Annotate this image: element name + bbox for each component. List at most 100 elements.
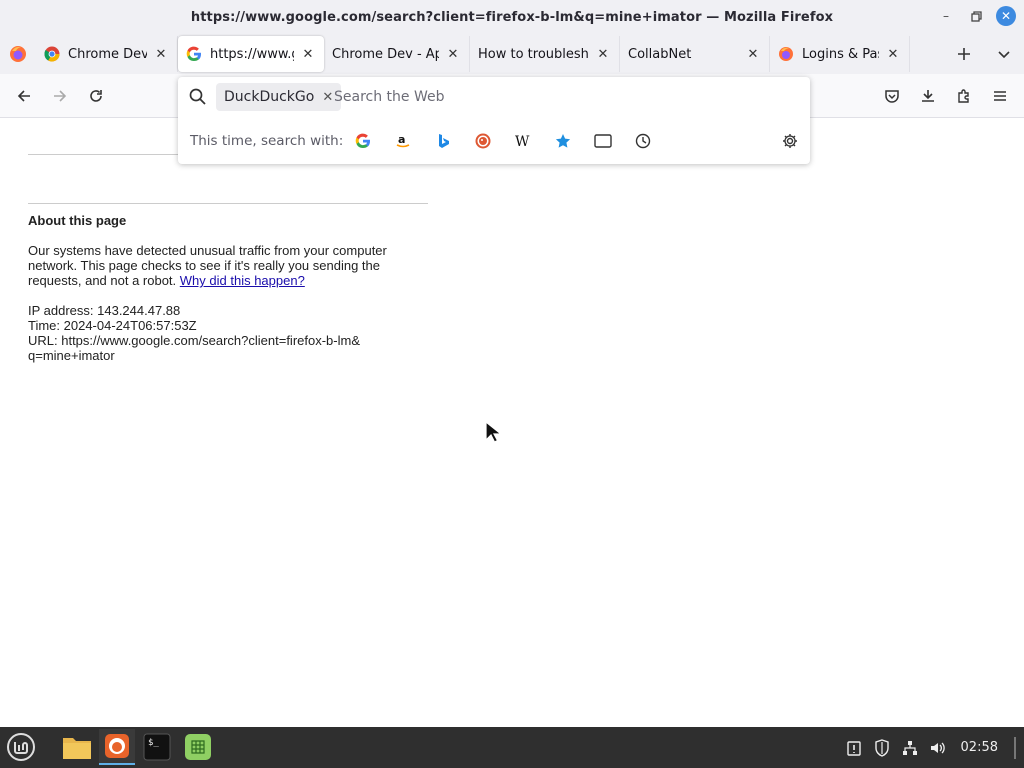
window-title: https://www.google.com/search?client=fir… — [190, 9, 834, 25]
spreadsheet-icon — [185, 734, 211, 760]
download-icon — [922, 90, 934, 102]
close-tab-icon[interactable]: ✕ — [595, 46, 611, 62]
minimize-button[interactable]: – — [936, 6, 956, 26]
urlbar-input-row: DuckDuckGo ✕ — [178, 77, 810, 117]
svg-text:$_: $_ — [148, 738, 159, 748]
time-line: Time: 2024-04-24T06:57:53Z — [28, 318, 197, 333]
chevron-down-icon — [998, 51, 1010, 59]
tab-label: Chrome Dev - Apps — [332, 46, 439, 62]
close-window-button[interactable]: ✕ — [996, 6, 1016, 26]
url-line-continued: q=mine+imator — [28, 348, 115, 363]
search-settings-button[interactable] — [780, 131, 800, 151]
svg-text:W: W — [515, 134, 530, 149]
wikipedia-icon: W — [515, 134, 530, 149]
tab-label: CollabNet — [628, 46, 692, 62]
engine-bing-button[interactable] — [433, 131, 453, 151]
arrow-left-icon — [17, 90, 30, 102]
spreadsheet-app-button[interactable] — [180, 729, 216, 765]
new-tab-button[interactable] — [944, 34, 984, 74]
linux-mint-icon — [7, 733, 35, 761]
firefox-icon — [779, 47, 793, 61]
clock[interactable]: 02:58 — [961, 740, 998, 755]
url-line: URL: https://www.google.com/search?clien… — [28, 333, 360, 348]
tab-how-to-troubleshoot[interactable]: How to troubleshoot ✕ — [470, 36, 620, 72]
gear-icon — [783, 134, 797, 148]
window-controls: – ✕ — [936, 6, 1016, 26]
reload-button[interactable] — [82, 82, 110, 110]
history-clock-icon — [635, 133, 651, 149]
close-tab-icon[interactable]: ✕ — [445, 46, 461, 62]
ip-address-line: IP address: 143.244.47.88 — [28, 303, 181, 318]
downloads-button[interactable] — [914, 82, 942, 110]
extensions-button[interactable] — [950, 82, 978, 110]
show-desktop-handle[interactable] — [1014, 736, 1016, 759]
about-page-text: Our systems have detected unusual traffi… — [28, 243, 388, 288]
close-icon[interactable]: ✕ — [322, 90, 333, 105]
shield-icon[interactable] — [873, 738, 891, 757]
engine-wikipedia-button[interactable]: W — [513, 131, 533, 151]
urlbar-search-popup: DuckDuckGo ✕ This time, search with: a W — [178, 77, 810, 164]
clipboard-alert-icon[interactable] — [845, 739, 863, 757]
firefox-icon — [10, 46, 26, 62]
about-page-heading: About this page — [28, 213, 127, 228]
close-tab-icon[interactable]: ✕ — [153, 46, 169, 62]
tab-label: How to troubleshoot — [478, 46, 589, 62]
one-off-search-row: This time, search with: a W — [178, 121, 810, 161]
google-icon — [186, 46, 201, 62]
taskbar: $_ 02:58 — [0, 727, 1024, 768]
duckduckgo-icon — [475, 133, 491, 149]
tab-collabnet[interactable]: CollabNet ✕ — [620, 36, 770, 72]
window-titlebar: https://www.google.com/search?client=fir… — [0, 0, 1024, 34]
tab-chrome-dev[interactable]: Chrome Dev ✕ — [36, 36, 178, 72]
close-tab-icon[interactable]: ✕ — [300, 46, 316, 62]
search-tabs-button[interactable] — [593, 131, 613, 151]
tab-logins-passwords[interactable]: Logins & Passwords ✕ — [770, 36, 910, 72]
request-info: IP address: 143.244.47.88 Time: 2024-04-… — [28, 303, 388, 363]
tab-label: Logins & Passwords — [802, 46, 879, 62]
search-history-button[interactable] — [633, 131, 653, 151]
divider — [28, 203, 428, 204]
mint-menu-button[interactable] — [3, 729, 39, 765]
files-app-button[interactable] — [59, 729, 95, 765]
bing-icon — [439, 134, 449, 148]
terminal-icon: $_ — [143, 733, 171, 761]
forward-button[interactable] — [46, 82, 74, 110]
reload-icon — [90, 90, 102, 102]
firefox-app-button[interactable] — [99, 729, 135, 765]
google-icon — [355, 133, 370, 149]
tab-google-search[interactable]: https://www.google.com ✕ — [178, 36, 324, 72]
engine-google-button[interactable] — [353, 131, 373, 151]
why-did-this-happen-link[interactable]: Why did this happen? — [180, 273, 305, 288]
volume-icon[interactable] — [929, 739, 947, 757]
engine-duckduckgo-button[interactable] — [473, 131, 493, 151]
mouse-cursor-icon — [485, 420, 503, 443]
hamburger-menu-icon — [994, 91, 1006, 101]
search-engine-chip-label: DuckDuckGo — [224, 89, 315, 105]
terminal-app-button[interactable]: $_ — [139, 729, 175, 765]
maximize-button[interactable] — [966, 6, 986, 26]
network-icon[interactable] — [901, 739, 919, 757]
app-menu-button[interactable] — [986, 82, 1014, 110]
arrow-right-icon — [54, 90, 67, 102]
pocket-button[interactable] — [878, 82, 906, 110]
puzzle-icon — [958, 89, 969, 103]
list-all-tabs-button[interactable] — [984, 34, 1024, 74]
urlbar-search-input[interactable] — [334, 85, 784, 109]
folder-icon — [63, 738, 91, 759]
chrome-icon — [44, 46, 60, 62]
close-tab-icon[interactable]: ✕ — [745, 46, 761, 62]
firefox-icon — [105, 734, 129, 758]
search-icon — [189, 88, 206, 105]
tab-label: Chrome Dev — [68, 46, 147, 62]
svg-text:a: a — [398, 133, 405, 146]
search-engine-chip[interactable]: DuckDuckGo ✕ — [216, 83, 342, 111]
back-button[interactable] — [10, 82, 38, 110]
close-tab-icon[interactable]: ✕ — [885, 46, 901, 62]
tab-chrome-dev-apps[interactable]: Chrome Dev - Apps ✕ — [324, 36, 470, 72]
search-bookmarks-button[interactable] — [553, 131, 573, 151]
firefox-view-button[interactable] — [0, 34, 36, 74]
tabs-icon — [594, 134, 612, 148]
tab-label: https://www.google.com — [210, 46, 294, 62]
tab-bar: Chrome Dev ✕ https://www.google.com ✕ Ch… — [0, 34, 1024, 74]
engine-amazon-button[interactable]: a — [393, 131, 413, 151]
